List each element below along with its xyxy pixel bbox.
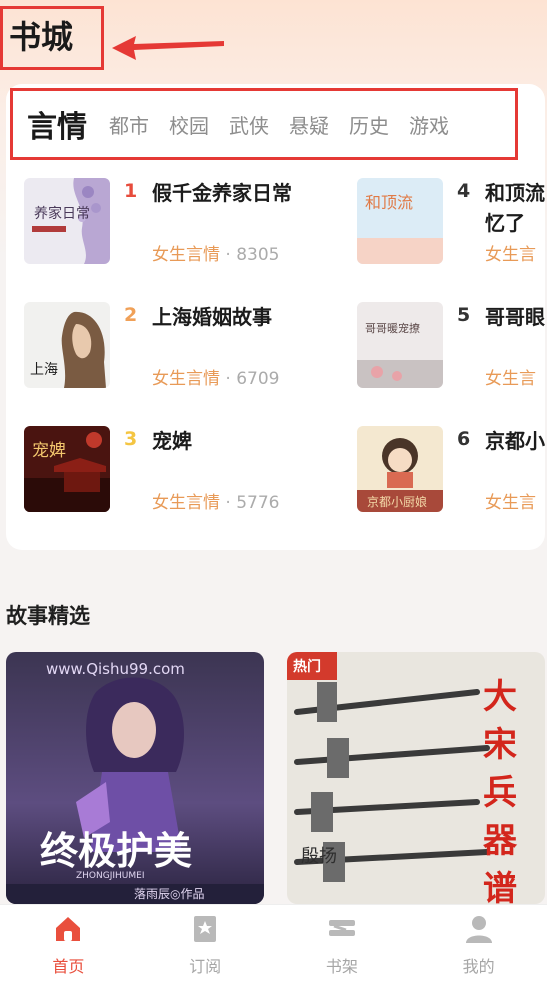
cover-title-char: 兵 [483,773,517,813]
book-category: 女生言情 [152,493,220,513]
book-meta: 女生言 [485,364,536,389]
ranking-item[interactable]: 哥哥暖宠撩 5 哥哥眼 女生言 [357,302,545,392]
rank-number: 3 [124,428,138,450]
story-card[interactable]: 热门 大 宋 兵 器 谱 殷扬 [287,652,545,904]
cover-title-char: 谱 [483,869,517,904]
book-title-line2[interactable]: 忆了 [485,208,545,238]
book-meta: 女生言情 · 8305 [152,245,280,265]
book-category: 女生言 [485,245,536,265]
bookmark-icon [194,916,217,942]
book-title[interactable]: 宠婢 [152,426,312,456]
nav-label: 我的 [462,957,495,976]
rank-number: 2 [124,304,138,326]
nav-subscribe[interactable]: 订阅 [137,905,274,986]
home-icon [56,917,81,941]
book-category: 女生言情 [152,245,220,265]
tab-campus[interactable]: 校园 [169,110,209,139]
book-cover[interactable]: 哥哥暖宠撩 [357,302,443,388]
book-title[interactable]: 和顶流 [485,178,545,208]
profile-icon [465,916,492,943]
cover-title: 宠婢 [32,441,66,461]
cover-title: 和顶流 [365,193,413,212]
category-tabs: 言情 都市 校园 武侠 悬疑 历史 游戏 [10,88,518,160]
tab-wuxia[interactable]: 武侠 [229,110,269,139]
cover-title-char: 器 [483,821,518,861]
cover-title: 京都小厨娘 [367,494,427,509]
book-category: 女生言 [485,493,536,513]
ranking-item[interactable]: 宠婢 3 宠婢 女生言情 · 5776 [24,426,279,516]
tab-game[interactable]: 游戏 [409,110,449,139]
bottom-nav: 首页 订阅 书架 我的 [0,904,547,986]
rank-number: 6 [457,428,471,450]
story-author: 殷扬 [301,846,337,867]
bookshelf-icon [328,920,355,936]
ranking-item[interactable]: 京都小厨娘 6 京都小 女生言 [357,426,545,516]
annotation-arrow [112,36,224,60]
tab-romance[interactable]: 言情 [27,102,87,146]
book-category: 女生言 [485,369,536,389]
book-cover[interactable]: 养家日常 [24,178,110,264]
book-meta: 女生言 [485,488,536,513]
tab-urban[interactable]: 都市 [109,110,149,139]
story-title: 终极护美 [40,829,192,873]
rank-number: 4 [457,180,471,202]
cover-title: 上海 [30,362,58,378]
book-cover[interactable]: 京都小厨娘 [357,426,443,512]
section-title: 故事精选 [6,604,90,628]
nav-label: 订阅 [189,957,222,976]
book-cover[interactable]: 和顶流 [357,178,443,264]
page-title: 书城 [0,6,104,70]
ranking-item[interactable]: 和顶流 4 和顶流 忆了 女生言 [357,178,545,268]
nav-label: 书架 [325,957,358,976]
ranking-item[interactable]: 养家日常 1 假千金养家日常 女生言情 · 8305 [24,178,292,268]
nav-bookshelf[interactable]: 书架 [274,905,411,986]
story-author: 落雨辰◎作品 [134,887,204,901]
nav-home[interactable]: 首页 [0,905,137,986]
story-card[interactable]: www.Qishu99.com 终极护美 ZHONGJIHUMEI 落雨辰◎作品 [6,652,264,904]
book-count: 5776 [236,493,280,513]
cover-title: 哥哥暖宠撩 [365,321,420,335]
book-count: 6709 [236,369,280,389]
cover-title: 养家日常 [34,205,90,222]
ranking-item[interactable]: 上海 2 上海婚姻故事 女生言情 · 6709 [24,302,279,392]
rank-number: 5 [457,304,471,326]
tab-history[interactable]: 历史 [349,110,389,139]
book-cover[interactable]: 宠婢 [24,426,110,512]
book-title[interactable]: 哥哥眼 [485,302,545,332]
book-title[interactable]: 上海婚姻故事 [152,302,312,332]
cover-badge: 热门 [293,658,321,675]
book-meta: 女生言 [485,240,536,265]
book-category: 女生言情 [152,369,220,389]
nav-label: 首页 [52,957,85,976]
book-count: 8305 [236,245,280,265]
tab-mystery[interactable]: 悬疑 [289,110,329,139]
book-title[interactable]: 京都小 [485,426,545,456]
cover-title-char: 大 [483,677,517,717]
book-cover[interactable]: 上海 [24,302,110,388]
book-meta: 女生言情 · 5776 [152,493,280,513]
story-subtitle: ZHONGJIHUMEI [76,871,145,881]
cover-watermark: www.Qishu99.com [46,660,185,678]
nav-profile[interactable]: 我的 [410,905,547,986]
book-title[interactable]: 假千金养家日常 [152,178,312,208]
rank-number: 1 [124,180,138,202]
book-meta: 女生言情 · 6709 [152,369,280,389]
cover-title-char: 宋 [483,725,517,765]
